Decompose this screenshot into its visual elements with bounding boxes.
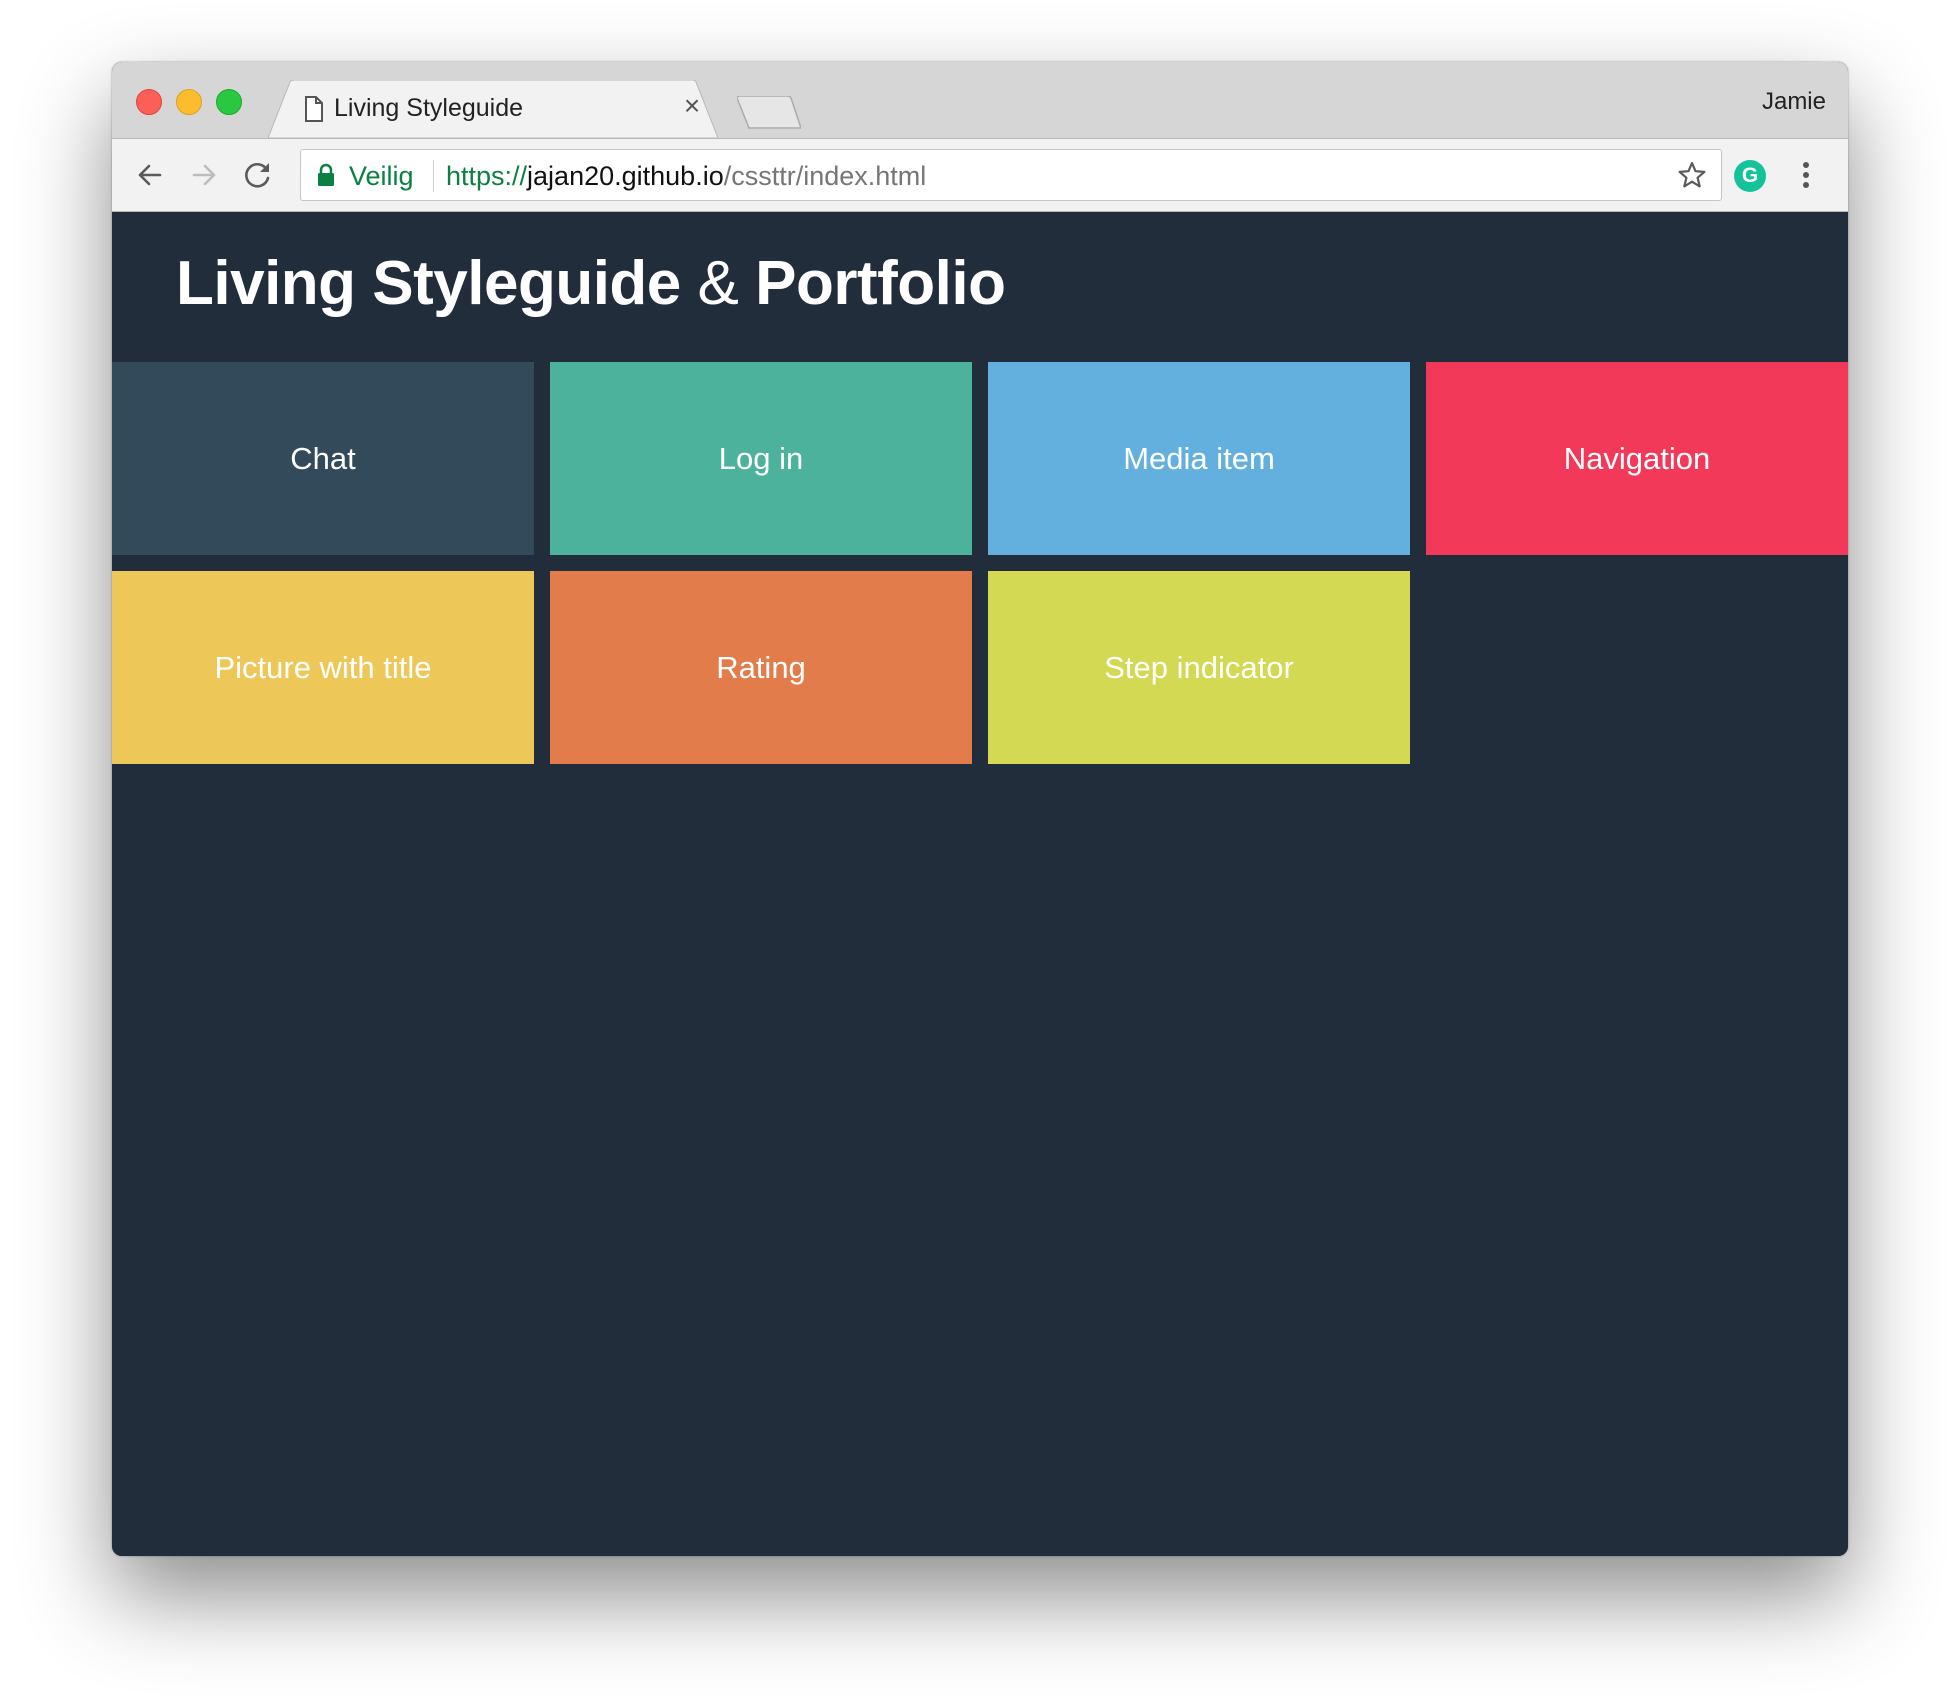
url-path: /cssttr/index.html bbox=[723, 161, 927, 191]
tile-navigation[interactable]: Navigation bbox=[1426, 362, 1848, 555]
forward-arrow-icon[interactable] bbox=[184, 155, 224, 195]
tab-strip: Living Styleguide × Jamie bbox=[112, 62, 1848, 138]
page-title-main: Living Styleguide bbox=[176, 249, 681, 318]
new-tab-button[interactable] bbox=[737, 96, 801, 130]
page-content: Living Styleguide & Portfolio Chat Log i… bbox=[112, 212, 1848, 1556]
tab-close-icon[interactable]: × bbox=[680, 92, 704, 120]
browser-toolbar: Veilig https://jajan20.github.io/cssttr/… bbox=[112, 138, 1848, 212]
page-title: Living Styleguide & Portfolio bbox=[176, 248, 1006, 319]
browser-menu-icon[interactable] bbox=[1796, 159, 1816, 193]
url-scheme: https:// bbox=[446, 161, 528, 191]
tile-log-in[interactable]: Log in bbox=[550, 362, 972, 555]
secure-label: Veilig bbox=[349, 161, 414, 191]
page-title-portfolio: Portfolio bbox=[755, 249, 1006, 318]
tile-rating[interactable]: Rating bbox=[550, 571, 972, 764]
tile-picture-with-title[interactable]: Picture with title bbox=[112, 571, 534, 764]
lock-icon bbox=[318, 163, 334, 186]
page-title-ampersand: & bbox=[697, 249, 739, 318]
tile-step-indicator[interactable]: Step indicator bbox=[988, 571, 1410, 764]
browser-window: Living Styleguide × Jamie Veilig https:/… bbox=[112, 62, 1848, 1556]
bookmark-star-icon[interactable] bbox=[1677, 160, 1707, 190]
minimize-window-button[interactable] bbox=[176, 89, 202, 115]
tile-chat[interactable]: Chat bbox=[112, 362, 534, 555]
profile-name[interactable]: Jamie bbox=[1762, 88, 1826, 116]
omnibox-separator bbox=[433, 160, 434, 192]
close-window-button[interactable] bbox=[136, 89, 162, 115]
url-host: jajan20.github.io bbox=[527, 161, 724, 191]
tab-title: Living Styleguide bbox=[334, 94, 524, 122]
tile-media-item[interactable]: Media item bbox=[988, 362, 1410, 555]
grammarly-extension-icon[interactable]: G bbox=[1734, 160, 1766, 192]
back-arrow-icon[interactable] bbox=[130, 155, 170, 195]
url-text[interactable]: https://jajan20.github.io/cssttr/index.h… bbox=[446, 161, 926, 192]
page-icon bbox=[304, 96, 324, 127]
reload-icon[interactable] bbox=[238, 155, 278, 195]
component-grid: Chat Log in Media item Navigation Pictur… bbox=[112, 362, 1848, 764]
address-bar[interactable]: Veilig https://jajan20.github.io/cssttr/… bbox=[300, 149, 1722, 201]
zoom-window-button[interactable] bbox=[216, 89, 242, 115]
tab-living-styleguide[interactable]: Living Styleguide × bbox=[268, 80, 718, 138]
